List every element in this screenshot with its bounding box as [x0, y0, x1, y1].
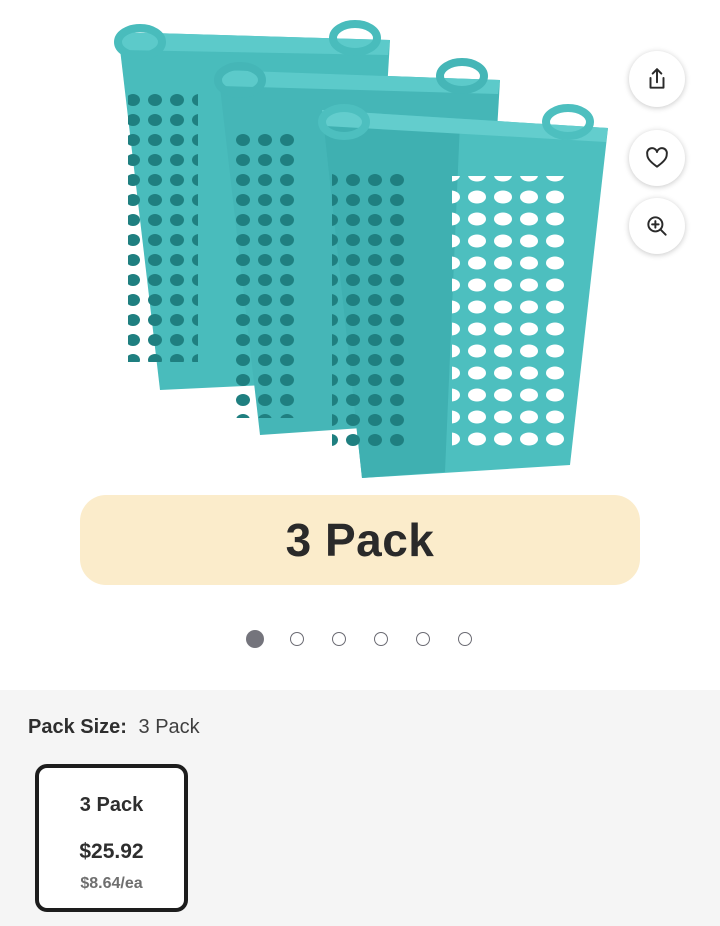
variant-name: 3 Pack: [79, 794, 144, 816]
product-image[interactable]: [100, 10, 620, 490]
zoom-in-icon: [647, 216, 667, 236]
pack-banner: 3 Pack: [80, 495, 640, 585]
carousel-dot-6[interactable]: [458, 632, 472, 646]
share-icon: [649, 68, 665, 89]
pack-size-value: 3 Pack: [138, 716, 200, 738]
carousel-dot-3[interactable]: [332, 632, 346, 646]
carousel-dot-5[interactable]: [416, 632, 430, 646]
carousel-indicators: [0, 630, 720, 652]
variant-card-3-pack[interactable]: 3 Pack $25.92 $8.64/ea: [35, 764, 188, 912]
pack-size-row: Pack Size: 3 Pack: [28, 716, 200, 739]
pack-size-label: Pack Size:: [28, 716, 127, 738]
product-hero: 3 Pack: [0, 0, 720, 690]
pack-size-section: Pack Size: 3 Pack 3 Pack $25.92 $8.64/ea: [0, 690, 720, 926]
basket-front: [318, 104, 608, 478]
variant-price: $25.92: [79, 840, 144, 863]
heart-icon: [646, 147, 668, 168]
zoom-button[interactable]: [629, 198, 685, 254]
carousel-dot-1[interactable]: [246, 630, 264, 648]
favorite-button[interactable]: [629, 130, 685, 186]
share-button[interactable]: [629, 51, 685, 107]
variant-unit-price: $8.64/ea: [80, 875, 143, 892]
carousel-dot-2[interactable]: [290, 632, 304, 646]
carousel-dot-4[interactable]: [374, 632, 388, 646]
